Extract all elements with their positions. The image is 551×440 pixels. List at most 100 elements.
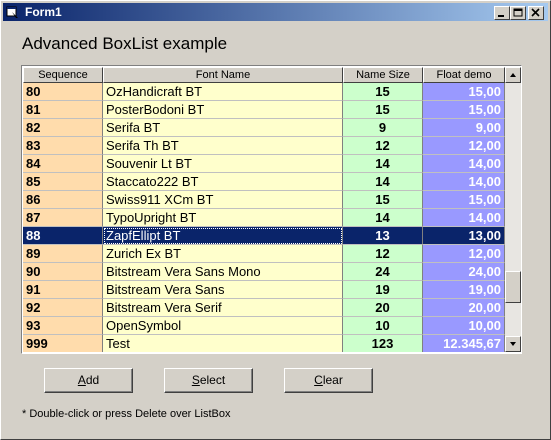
cell-sequence: 83	[23, 137, 103, 155]
main-window: Form1 Advanced BoxList example Sequence …	[0, 0, 551, 440]
cell-font-name: PosterBodoni BT	[103, 101, 343, 119]
cell-sequence: 89	[23, 245, 103, 263]
table-row[interactable]: 82 Serifa BT 9 9,00	[23, 119, 505, 137]
column-header-sequence[interactable]: Sequence	[23, 67, 103, 83]
table-row[interactable]: 85 Staccato222 BT 14 14,00	[23, 173, 505, 191]
grid-body: Sequence Font Name Name Size Float demo …	[23, 67, 505, 352]
cell-name-size: 19	[343, 281, 423, 299]
cell-name-size: 15	[343, 83, 423, 101]
scroll-down-button[interactable]	[505, 336, 521, 352]
cell-name-size: 15	[343, 101, 423, 119]
cell-float-demo: 12,00	[423, 137, 505, 155]
maximize-icon	[513, 8, 523, 17]
cell-sequence: 80	[23, 83, 103, 101]
cell-name-size: 123	[343, 335, 423, 352]
cell-name-size: 12	[343, 137, 423, 155]
cell-sequence: 88	[23, 227, 103, 245]
cell-float-demo: 12.345,67	[423, 335, 505, 352]
form-icon	[6, 6, 18, 18]
cell-float-demo: 14,00	[423, 173, 505, 191]
cell-name-size: 24	[343, 263, 423, 281]
table-row[interactable]: 999 Test 123 12.345,67	[23, 335, 505, 352]
close-button[interactable]	[528, 6, 544, 20]
scroll-thumb[interactable]	[505, 271, 521, 303]
table-row[interactable]: 81 PosterBodoni BT 15 15,00	[23, 101, 505, 119]
cell-float-demo: 19,00	[423, 281, 505, 299]
table-row[interactable]: 80 OzHandicraft BT 15 15,00	[23, 83, 505, 101]
clear-button-label: lear	[322, 373, 343, 387]
cell-float-demo: 15,00	[423, 101, 505, 119]
cell-font-name: Staccato222 BT	[103, 173, 343, 191]
cell-font-name: Serifa Th BT	[103, 137, 343, 155]
cell-name-size: 13	[343, 227, 423, 245]
cell-font-name: Souvenir Lt BT	[103, 155, 343, 173]
add-button[interactable]: Add	[44, 368, 133, 393]
cell-float-demo: 15,00	[423, 83, 505, 101]
arrow-down-icon	[510, 342, 516, 346]
column-header-float-demo[interactable]: Float demo	[423, 67, 505, 83]
table-row[interactable]: 86 Swiss911 XCm BT 15 15,00	[23, 191, 505, 209]
add-button-accel: A	[77, 373, 86, 387]
cell-sequence: 82	[23, 119, 103, 137]
cell-sequence: 91	[23, 281, 103, 299]
cell-font-name: Zurich Ex BT	[103, 245, 343, 263]
cell-float-demo: 15,00	[423, 191, 505, 209]
cell-sequence: 93	[23, 317, 103, 335]
select-button-accel: S	[191, 373, 200, 387]
table-row[interactable]: 84 Souvenir Lt BT 14 14,00	[23, 155, 505, 173]
select-button-label: elect	[199, 373, 226, 387]
cell-float-demo: 24,00	[423, 263, 505, 281]
cell-float-demo: 20,00	[423, 299, 505, 317]
column-header-font-name[interactable]: Font Name	[103, 67, 343, 83]
cell-float-demo: 14,00	[423, 209, 505, 227]
table-row[interactable]: 93 OpenSymbol 10 10,00	[23, 317, 505, 335]
select-button[interactable]: Select	[164, 368, 253, 393]
vertical-scrollbar[interactable]	[505, 67, 521, 352]
cell-float-demo: 9,00	[423, 119, 505, 137]
title-bar[interactable]: Form1	[3, 3, 548, 21]
cell-name-size: 12	[343, 245, 423, 263]
column-header-name-size[interactable]: Name Size	[343, 67, 423, 83]
window-title: Form1	[25, 5, 62, 19]
table-row[interactable]: 92 Bitstream Vera Serif 20 20,00	[23, 299, 505, 317]
boxlist-grid[interactable]: Sequence Font Name Name Size Float demo …	[21, 65, 522, 354]
cell-name-size: 20	[343, 299, 423, 317]
cell-name-size: 14	[343, 209, 423, 227]
close-icon	[531, 8, 540, 17]
cell-font-name: ZapfEllipt BT	[103, 227, 343, 245]
table-row[interactable]: 89 Zurich Ex BT 12 12,00	[23, 245, 505, 263]
clear-button[interactable]: Clear	[284, 368, 373, 393]
cell-name-size: 15	[343, 191, 423, 209]
cell-sequence: 92	[23, 299, 103, 317]
minimize-button[interactable]	[494, 6, 510, 20]
cell-sequence: 86	[23, 191, 103, 209]
table-row[interactable]: 87 TypoUpright BT 14 14,00	[23, 209, 505, 227]
cell-font-name: Bitstream Vera Sans	[103, 281, 343, 299]
cell-float-demo: 13,00	[423, 227, 505, 245]
cell-sequence: 999	[23, 335, 103, 352]
add-button-label: dd	[85, 373, 100, 387]
cell-font-name: Swiss911 XCm BT	[103, 191, 343, 209]
cell-font-name: Bitstream Vera Sans Mono	[103, 263, 343, 281]
scroll-up-button[interactable]	[505, 67, 521, 83]
cell-name-size: 14	[343, 155, 423, 173]
clear-button-accel: C	[314, 373, 323, 387]
table-row[interactable]: 83 Serifa Th BT 12 12,00	[23, 137, 505, 155]
cell-name-size: 10	[343, 317, 423, 335]
table-row[interactable]: 88 ZapfEllipt BT 13 13,00	[23, 227, 505, 245]
page-title: Advanced BoxList example	[22, 34, 228, 53]
table-row[interactable]: 91 Bitstream Vera Sans 19 19,00	[23, 281, 505, 299]
cell-font-name: Test	[103, 335, 343, 352]
cell-sequence: 87	[23, 209, 103, 227]
cell-sequence: 90	[23, 263, 103, 281]
cell-float-demo: 12,00	[423, 245, 505, 263]
cell-sequence: 84	[23, 155, 103, 173]
cell-font-name: Bitstream Vera Serif	[103, 299, 343, 317]
cell-font-name: OpenSymbol	[103, 317, 343, 335]
minimize-icon	[498, 15, 504, 17]
cell-font-name: Serifa BT	[103, 119, 343, 137]
table-row[interactable]: 90 Bitstream Vera Sans Mono 24 24,00	[23, 263, 505, 281]
cell-sequence: 81	[23, 101, 103, 119]
cell-float-demo: 10,00	[423, 317, 505, 335]
maximize-button[interactable]	[510, 6, 526, 20]
